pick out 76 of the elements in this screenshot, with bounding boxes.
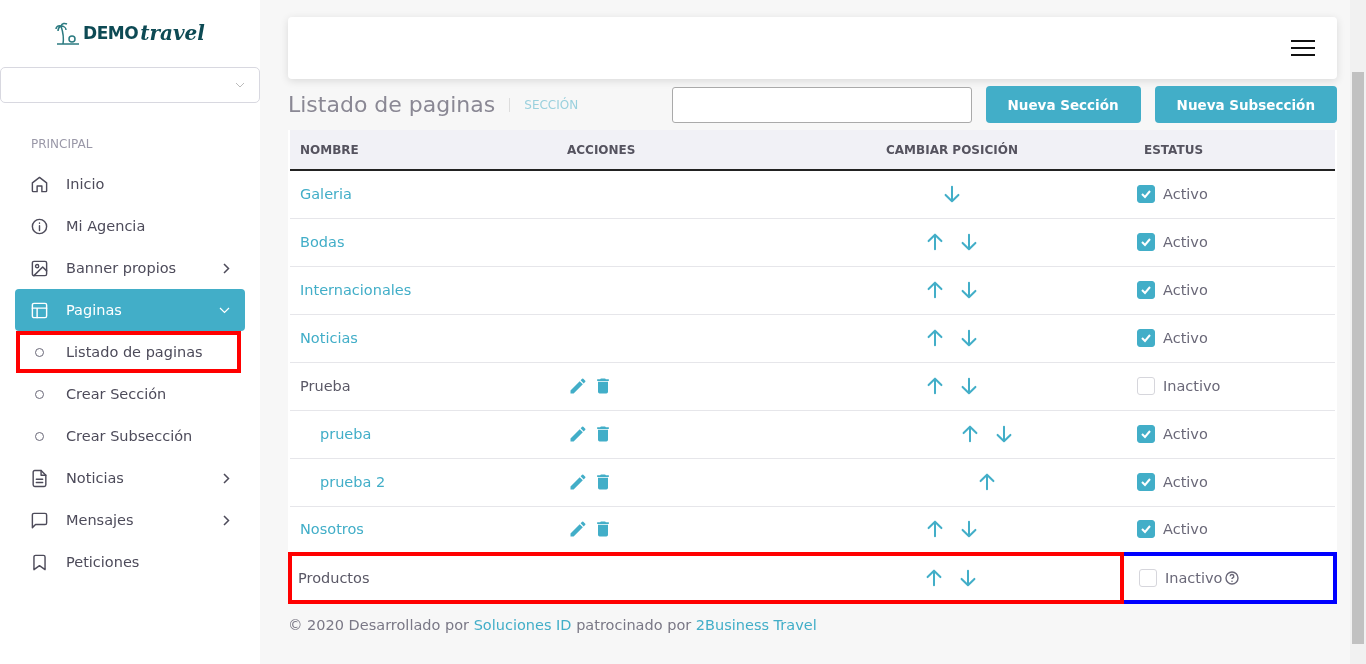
page-title: Listado de paginas — [288, 92, 496, 117]
menu-icon[interactable] — [1291, 39, 1315, 57]
sidebar-item[interactable]: Noticias — [15, 457, 245, 499]
status-checkbox[interactable] — [1137, 377, 1155, 395]
page-name[interactable]: Noticias — [300, 330, 358, 346]
column-header: ACCIONES — [567, 130, 782, 170]
page-name[interactable]: Internacionales — [300, 282, 412, 298]
image-icon — [30, 258, 49, 278]
check-icon — [1140, 332, 1152, 344]
status-checkbox[interactable] — [1139, 569, 1157, 587]
pencil-icon[interactable] — [568, 519, 588, 540]
sidebar-item[interactable]: Mensajes — [15, 499, 245, 541]
status-label: Inactivo — [1163, 378, 1221, 394]
footer-link[interactable]: 2Business Travel — [695, 617, 817, 633]
new-button[interactable]: Nueva Subsección — [1154, 86, 1337, 123]
page-name[interactable]: prueba 2 — [320, 474, 386, 490]
status-checkbox[interactable] — [1137, 329, 1155, 347]
info-icon — [30, 216, 49, 236]
chat-icon — [30, 510, 49, 530]
pencil-icon[interactable] — [568, 472, 588, 492]
new-button[interactable]: Nueva Sección — [985, 86, 1141, 123]
search-field[interactable] — [671, 86, 972, 123]
status-label: Activo — [1163, 330, 1208, 346]
pencil-icon[interactable] — [568, 424, 588, 444]
column-header: CAMBIAR POSICIÓN — [782, 130, 1122, 170]
check-icon — [1140, 284, 1152, 296]
status-label: Inactivo — [1165, 570, 1223, 586]
check-icon — [1140, 188, 1152, 201]
scrollbar[interactable] — [1350, 0, 1366, 664]
sidebar-subitem[interactable]: Crear Sección — [16, 373, 241, 415]
status-label: Activo — [1163, 282, 1208, 298]
page-name[interactable]: prueba — [320, 426, 372, 442]
footer-text: © 2020 Desarrollado por Soluciones ID patrocinado por 2Business Travel — [288, 616, 818, 635]
status-checkbox[interactable] — [1137, 281, 1155, 299]
pencil-icon[interactable] — [568, 376, 588, 396]
status-checkbox[interactable] — [1137, 520, 1155, 539]
sidebar-item[interactable]: Banner propios — [15, 247, 245, 289]
page-name: Prueba — [300, 378, 351, 394]
page-name[interactable]: Nosotros — [300, 521, 364, 538]
status-checkbox[interactable] — [1137, 473, 1155, 491]
page-name[interactable]: Bodas — [300, 234, 345, 250]
status-label: Activo — [1163, 426, 1208, 442]
help-icon[interactable] — [1224, 571, 1239, 585]
check-icon — [1140, 236, 1152, 248]
logo-script-text: travel — [140, 21, 205, 45]
breadcrumb: SECCIÓN — [509, 97, 579, 112]
check-icon — [1140, 523, 1152, 536]
bookmark-icon — [30, 552, 49, 572]
footer-link[interactable]: Soluciones ID — [473, 617, 572, 633]
status-label: Activo — [1163, 234, 1208, 250]
sidebar-item[interactable]: Peticiones — [15, 541, 245, 583]
status-checkbox[interactable] — [1137, 185, 1155, 204]
sidebar-item[interactable]: Paginas — [15, 289, 245, 331]
agency-select[interactable] — [0, 67, 260, 103]
page-name[interactable]: Galeria — [300, 186, 352, 203]
home-icon — [30, 174, 49, 194]
palm-tree-icon — [55, 20, 82, 46]
sidebar-item[interactable]: Inicio — [15, 163, 245, 205]
chevron-down-icon — [235, 82, 245, 88]
sidebar-subitem[interactable]: Listado de paginas — [16, 331, 241, 373]
check-icon — [1140, 428, 1152, 440]
document-icon — [30, 468, 49, 488]
layout-icon — [30, 300, 49, 320]
column-header: NOMBRE — [290, 130, 567, 170]
sidebar-subitem[interactable]: Crear Subsección — [16, 415, 241, 457]
logo-text: DEMO — [83, 23, 139, 43]
sidebar-item[interactable]: Mi Agencia — [15, 205, 245, 247]
status-label: Activo — [1163, 474, 1208, 490]
status-checkbox[interactable] — [1137, 425, 1155, 443]
page-name: Productos — [298, 570, 370, 586]
section-label: PRINCIPAL — [30, 136, 94, 153]
status-checkbox[interactable] — [1137, 233, 1155, 251]
check-icon — [1140, 476, 1152, 488]
status-label: Activo — [1163, 521, 1208, 538]
status-label: Activo — [1163, 186, 1208, 203]
column-header: ESTATUS — [1122, 130, 1335, 170]
